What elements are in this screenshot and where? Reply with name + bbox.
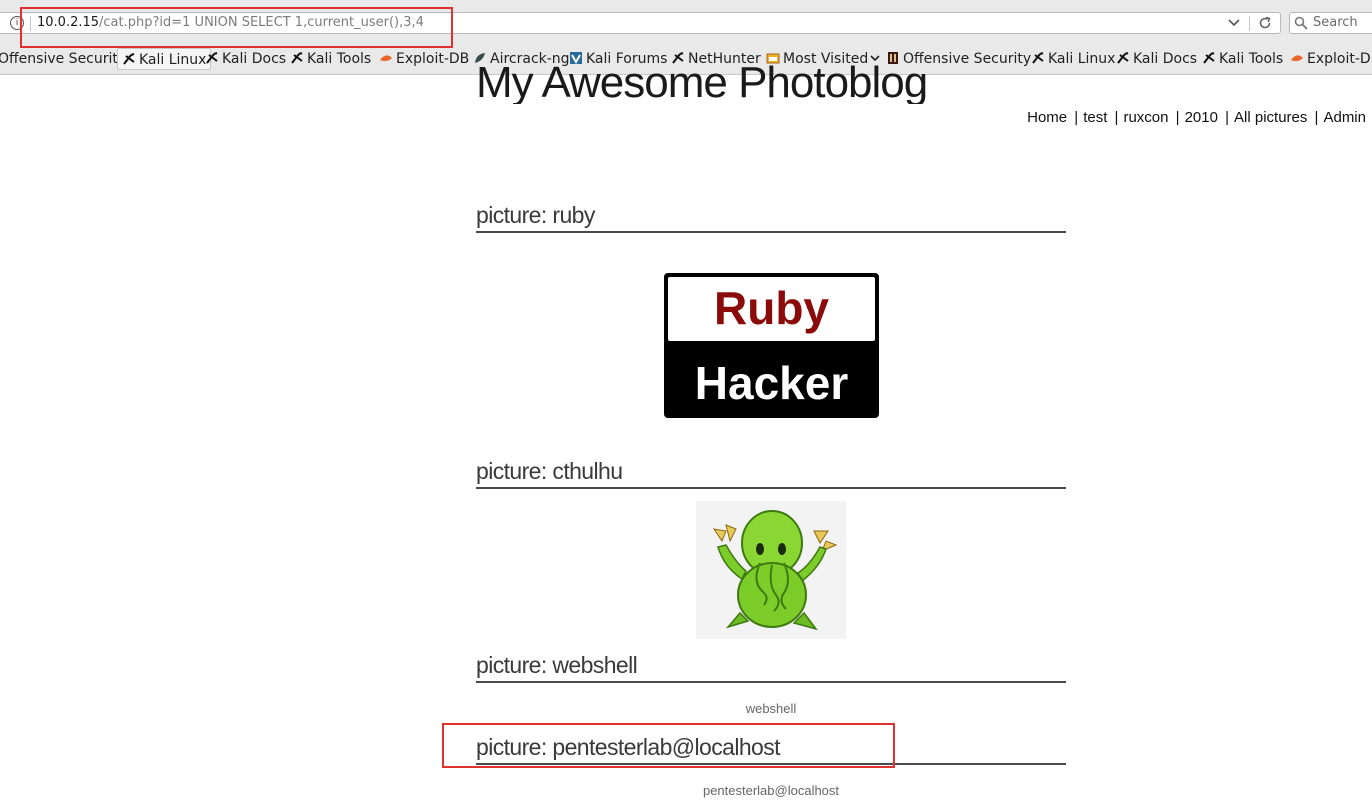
- nav-link-ruxcon[interactable]: ruxcon: [1123, 109, 1168, 126]
- bookmark-label: Exploit-DB: [1307, 51, 1372, 67]
- picture-heading-cthulhu: picture: cthulhu: [476, 457, 1066, 489]
- ruby-hacker-image: Ruby Hacker: [664, 273, 879, 418]
- search-placeholder: Search: [1313, 15, 1358, 30]
- svg-text:Ruby: Ruby: [714, 282, 829, 334]
- chevron-down-icon[interactable]: [1227, 14, 1241, 32]
- cthulhu-image: [696, 501, 846, 639]
- bookmark-label: Kali Tools: [307, 51, 372, 67]
- nav-separator: |: [1110, 109, 1119, 126]
- bookmark-kali-linux[interactable]: Kali Linux: [117, 48, 212, 70]
- bookmark-label: Kali Linux: [139, 52, 207, 68]
- nav-link-all-pictures[interactable]: All pictures: [1234, 109, 1307, 126]
- exploitdb-icon: [380, 55, 392, 62]
- search-box[interactable]: Search: [1289, 12, 1372, 34]
- picture-heading-webshell: picture: webshell: [476, 651, 1066, 683]
- nav-link-home[interactable]: Home: [1027, 109, 1067, 126]
- bookmark-label: Kali Docs: [222, 51, 287, 67]
- nav-separator: |: [1070, 109, 1079, 126]
- bookmark-exploit-db[interactable]: Exploit-DB: [1290, 48, 1372, 70]
- picture-heading-ruby: picture: ruby: [476, 201, 1066, 233]
- kali-dragon-icon: [123, 53, 135, 65]
- bookmark-kali-docs[interactable]: Kali Docs: [205, 48, 286, 70]
- main-nav: Home | test | ruxcon | 2010 | All pictures |…: [1027, 109, 1366, 127]
- result-highlight-box: [442, 723, 895, 768]
- bookmark-label: Offensive Security: [0, 51, 127, 67]
- url-highlight-box: [20, 7, 453, 48]
- nav-link-admin[interactable]: Admin: [1323, 109, 1366, 126]
- bookmark-label: Exploit-DB: [396, 51, 470, 67]
- bookmark-kali-linux[interactable]: Kali Linux: [1031, 48, 1115, 70]
- nav-separator: |: [1310, 109, 1319, 126]
- site-title: My Awesome Photoblog: [476, 58, 928, 104]
- nav-link-2010[interactable]: 2010: [1185, 109, 1218, 126]
- bookmark-kali-docs[interactable]: Kali Docs: [1116, 48, 1197, 70]
- bookmark-offensive-security[interactable]: Offensive Security: [0, 48, 126, 70]
- kali-dragon-icon: [291, 52, 303, 64]
- picture-alt-injected: pentesterlab@localhost: [702, 783, 840, 798]
- picture-alt-webshell: webshell: [745, 701, 797, 716]
- kali-dragon-icon: [1117, 52, 1129, 64]
- reload-icon[interactable]: [1257, 15, 1273, 31]
- address-bar-divider-right: [1249, 16, 1250, 31]
- bookmark-label: Kali Tools: [1219, 51, 1284, 67]
- kali-dragon-icon: [1032, 52, 1044, 64]
- bookmark-exploit-db[interactable]: Exploit-DB: [379, 48, 469, 70]
- nav-separator: |: [1220, 109, 1230, 126]
- exploitdb-icon: [1291, 55, 1303, 62]
- search-icon: [1294, 16, 1308, 30]
- svg-text:Hacker: Hacker: [695, 357, 849, 409]
- bookmark-label: Kali Linux: [1048, 51, 1116, 67]
- nav-separator: |: [1171, 109, 1180, 126]
- kali-dragon-icon: [1203, 52, 1215, 64]
- bookmark-kali-tools[interactable]: Kali Tools: [290, 48, 371, 70]
- nav-link-test[interactable]: test: [1083, 109, 1107, 126]
- bookmark-label: Kali Docs: [1133, 51, 1198, 67]
- bookmark-kali-tools[interactable]: Kali Tools: [1202, 48, 1283, 70]
- kali-dragon-icon: [206, 52, 218, 64]
